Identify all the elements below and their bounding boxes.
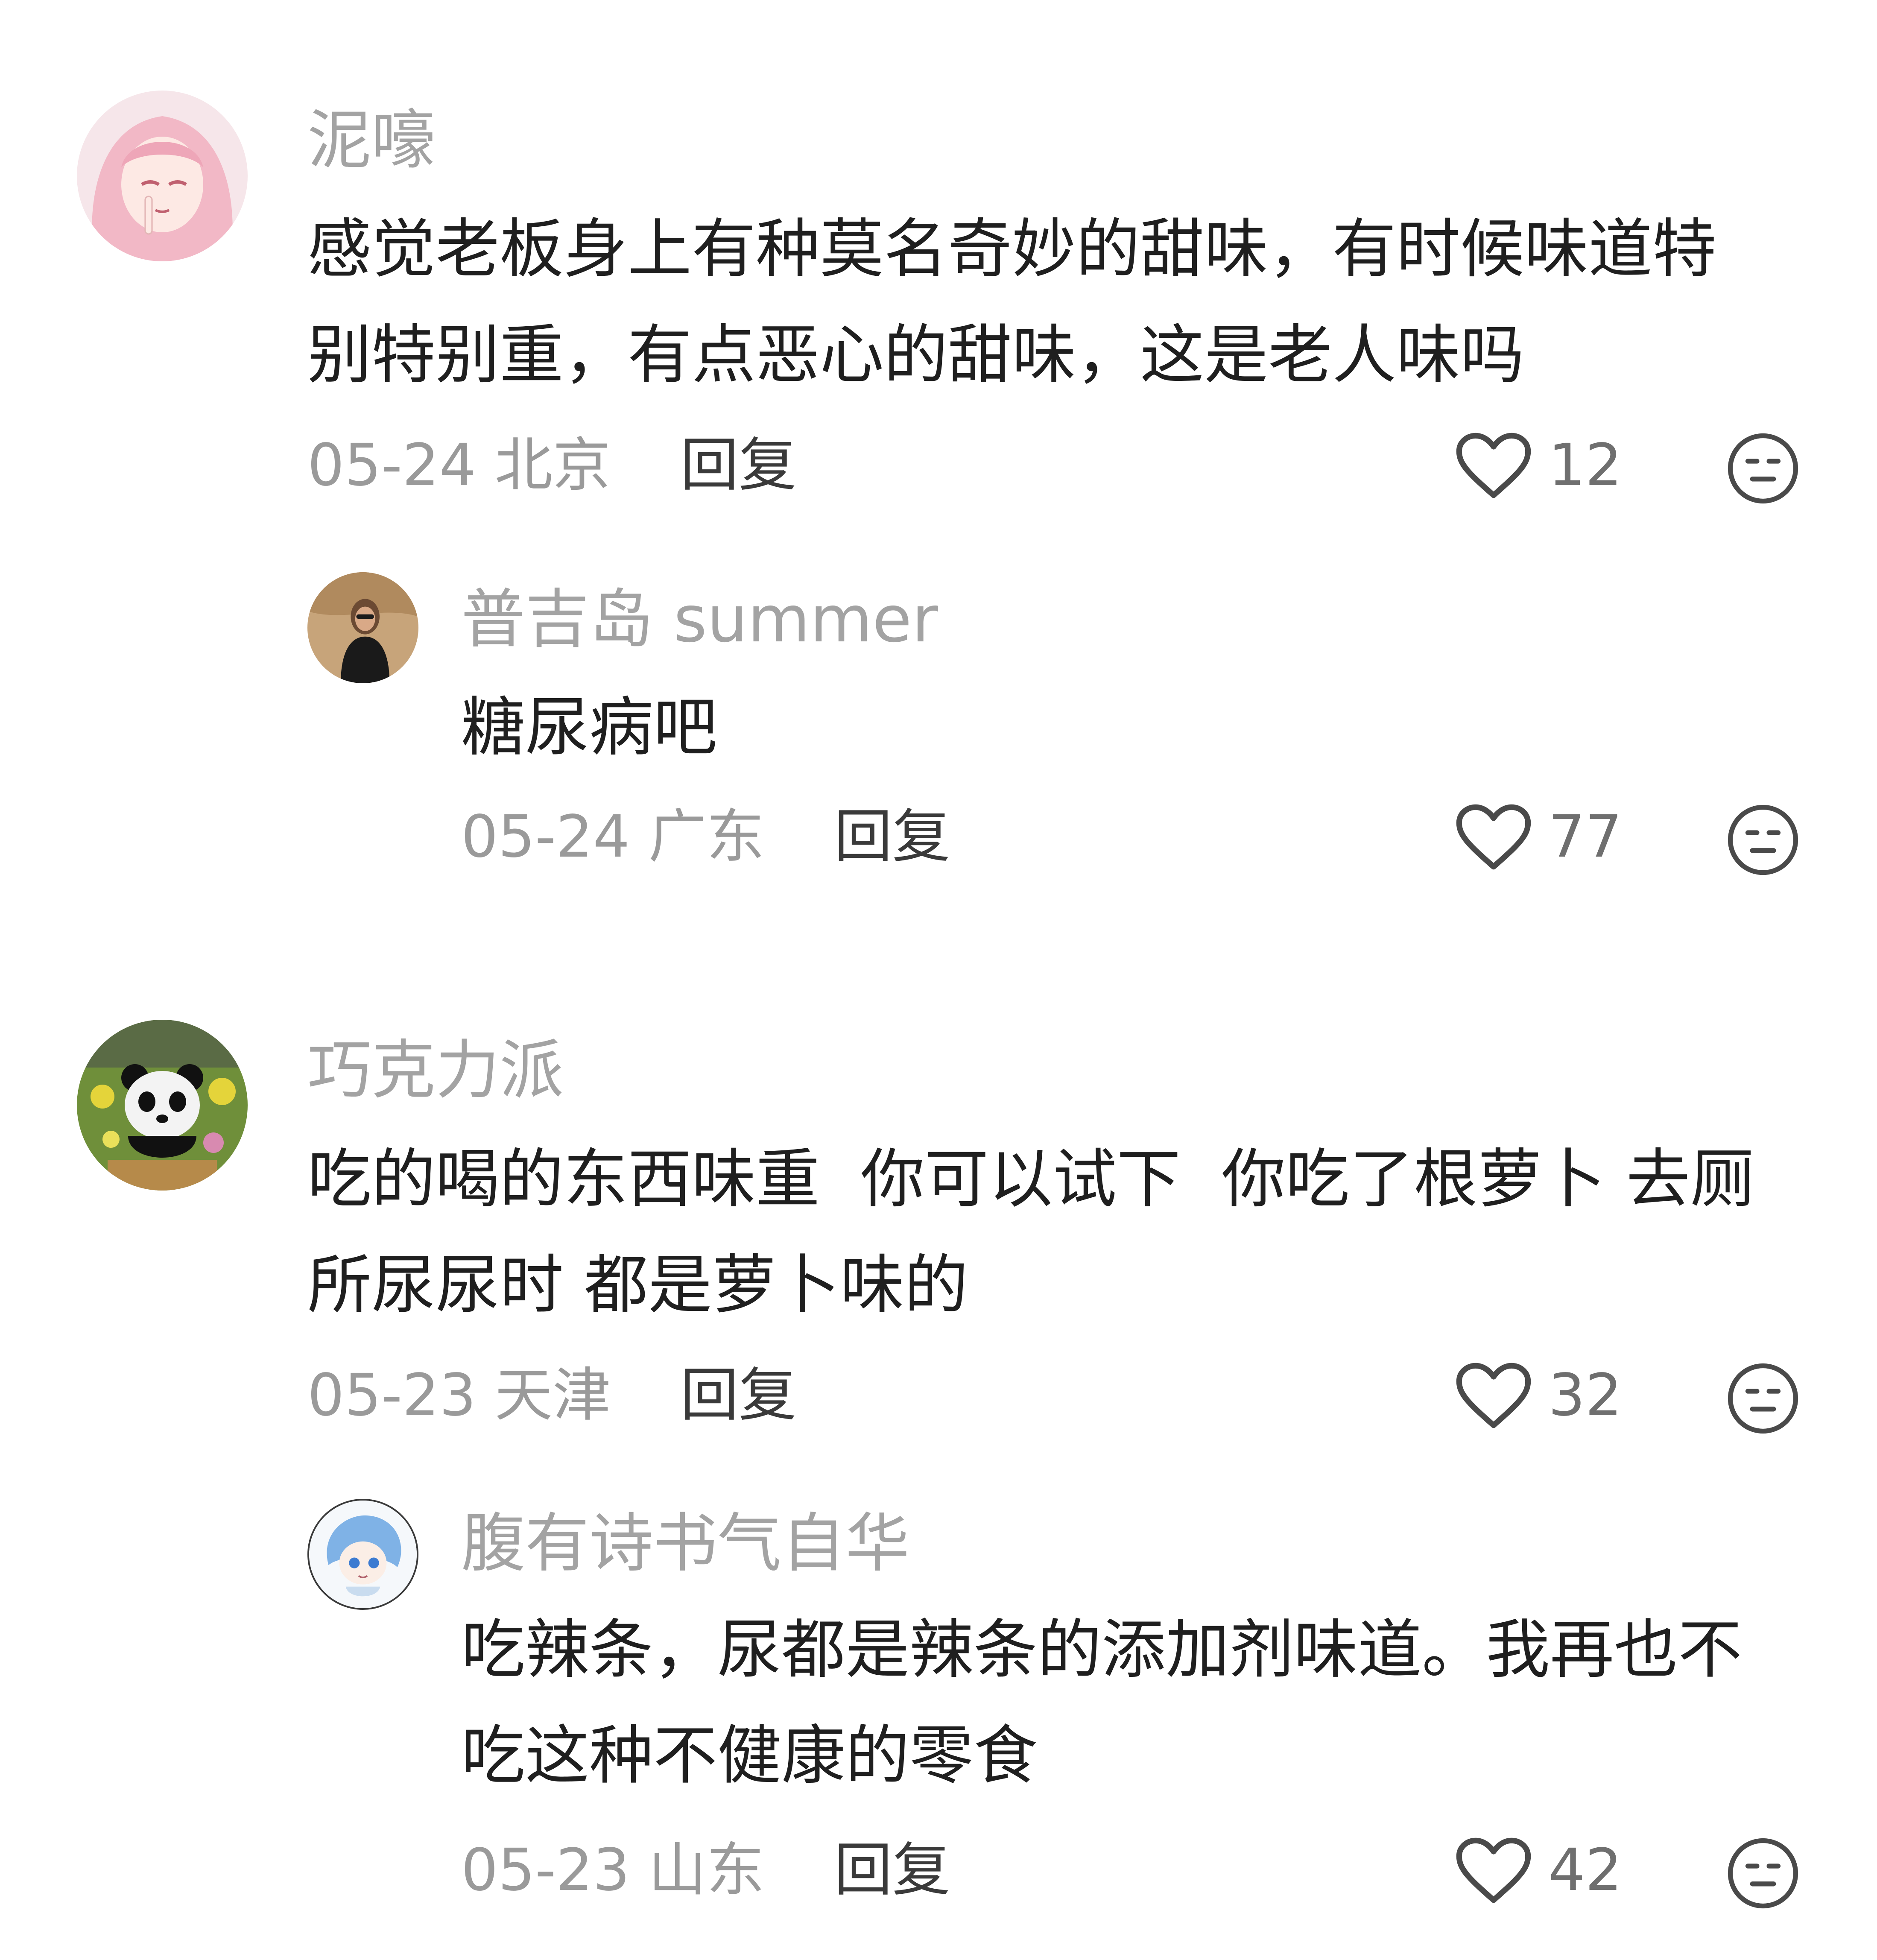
comment-username[interactable]: 巧克力派	[307, 1039, 564, 1103]
like-count: 12	[1548, 432, 1623, 499]
reply-text-line: 糖尿病吧	[461, 690, 718, 765]
avatar[interactable]	[307, 572, 418, 683]
comment-text-line: 吃的喝的东西味重 你可以试下 你吃了根萝卜 去厕	[307, 1142, 1754, 1217]
reply-username[interactable]: 普吉岛 summer	[461, 588, 938, 652]
reply-button[interactable]: 回复	[681, 432, 797, 499]
reply-date: 05-23	[461, 1837, 630, 1904]
reply-text-line: 吃辣条，尿都是辣条的添加剂味道。我再也不	[461, 1613, 1743, 1687]
heart-icon	[1456, 433, 1531, 498]
like-button[interactable]: 32	[1456, 1362, 1622, 1429]
emoji-reaction-button[interactable]	[1727, 432, 1799, 505]
blue-hair-anime-avatar-icon	[309, 1501, 417, 1608]
panda-photo-avatar-icon	[77, 1020, 248, 1191]
reply-date: 05-24	[461, 803, 630, 871]
pink-hair-anime-avatar-icon	[77, 91, 248, 261]
reply-text: 糖尿病吧	[461, 675, 717, 781]
reply-location: 山东	[648, 1837, 765, 1904]
heart-icon	[1456, 1837, 1531, 1903]
emoji-reaction-button[interactable]	[1727, 1837, 1799, 1910]
like-count: 32	[1548, 1362, 1623, 1429]
comment-location: 北京	[494, 432, 611, 499]
reply-button[interactable]: 回复	[681, 1362, 797, 1429]
reply-button[interactable]: 回复	[834, 1837, 950, 1904]
comment-text-line: 感觉老板身上有种莫名奇妙的甜味，有时候味道特	[307, 212, 1717, 287]
comment-meta: 05-24 北京 回复	[307, 436, 797, 494]
like-button[interactable]: 77	[1456, 804, 1622, 870]
reply-button[interactable]: 回复	[834, 803, 950, 871]
like-button[interactable]: 12	[1456, 432, 1622, 499]
reply-meta: 05-23 山东 回复	[461, 1841, 950, 1899]
avatar[interactable]	[77, 91, 248, 261]
comment-text: 感觉老板身上有种莫名奇妙的甜味，有时候味道特 别特别重，有点恶心的甜味，这是老人…	[307, 196, 1716, 408]
like-count: 77	[1548, 803, 1623, 871]
comment-item: 泥嚎 感觉老板身上有种莫名奇妙的甜味，有时候味道特 别特别重，有点恶心的甜味，这…	[0, 0, 1877, 875]
like-button[interactable]: 42	[1456, 1837, 1622, 1904]
avatar[interactable]	[307, 1499, 418, 1610]
comment-text: 吃的喝的东西味重 你可以试下 你吃了根萝卜 去厕 所尿尿时 都是萝卜味的	[307, 1126, 1754, 1338]
reply-text-line: 吃这种不健康的零食	[461, 1719, 1038, 1793]
woman-sunglasses-photo-avatar-icon	[307, 572, 418, 683]
comment-date: 05-23	[307, 1362, 477, 1429]
heart-icon	[1456, 1363, 1531, 1428]
emoji-reaction-button[interactable]	[1727, 804, 1799, 876]
neutral-face-icon	[1728, 1363, 1798, 1434]
neutral-face-icon	[1728, 804, 1798, 875]
avatar[interactable]	[77, 1020, 248, 1191]
comment-item: 巧克力派 吃的喝的东西味重 你可以试下 你吃了根萝卜 去厕 所尿尿时 都是萝卜味…	[0, 982, 1877, 1960]
neutral-face-icon	[1728, 1838, 1798, 1909]
neutral-face-icon	[1728, 433, 1798, 504]
reply-text: 吃辣条，尿都是辣条的添加剂味道。我再也不 吃这种不健康的零食	[461, 1597, 1742, 1809]
comment-date: 05-24	[307, 432, 477, 499]
comment-location: 天津	[494, 1362, 611, 1429]
comment-meta: 05-23 天津 回复	[307, 1366, 797, 1425]
comment-text-line: 别特别重，有点恶心的甜味，这是老人味吗	[307, 318, 1525, 392]
heart-icon	[1456, 804, 1531, 870]
reply-meta: 05-24 广东 回复	[461, 808, 950, 866]
like-count: 42	[1548, 1837, 1623, 1904]
comment-text-line: 所尿尿时 都是萝卜味的	[307, 1248, 968, 1322]
reply-username[interactable]: 腹有诗书气自华	[461, 1512, 909, 1576]
emoji-reaction-button[interactable]	[1727, 1362, 1799, 1435]
comment-username[interactable]: 泥嚎	[307, 108, 436, 173]
reply-location: 广东	[648, 803, 765, 871]
